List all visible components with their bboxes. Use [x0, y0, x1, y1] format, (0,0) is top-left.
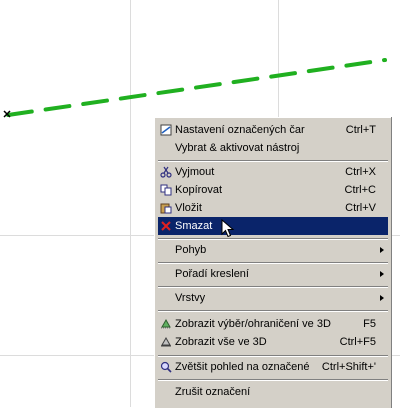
line-settings-icon: [160, 124, 172, 136]
menu-item-zoom-to-selection[interactable]: Zvětšit pohled na označené Ctrl+Shift+': [158, 358, 388, 376]
menu-item-label: Zobrazit výběr/ohraničení ve 3D: [175, 318, 331, 330]
menu-item-label: Kopírovat: [175, 184, 223, 196]
mouse-cursor-icon: [221, 219, 235, 238]
menu-item-label: Zrušit označení: [175, 386, 251, 398]
menu-item-select-activate-tool[interactable]: Vybrat & aktivovat nástroj: [158, 139, 388, 157]
menu-item-label: Pohyb: [175, 244, 207, 256]
menu-separator: [158, 262, 388, 264]
3d-all-icon: [161, 336, 171, 347]
menu-separator: [158, 160, 388, 162]
menu-item-label: Nastavení označených čar: [175, 124, 305, 136]
menu-item-shortcut: Ctrl+Shift+': [321, 361, 376, 373]
menu-item-move[interactable]: Pohyb: [158, 241, 388, 259]
menu-item-show-selection-3d[interactable]: Zobrazit výběr/ohraničení ve 3D F5: [158, 315, 388, 333]
menu-separator: [158, 379, 388, 381]
menu-separator: [158, 310, 388, 312]
menu-separator: [158, 355, 388, 357]
menu-item-label: Zobrazit vše ve 3D: [175, 336, 267, 348]
menu-separator: [158, 238, 388, 240]
delete-x-icon: [161, 221, 171, 231]
menu-item-deselect[interactable]: Zrušit označení: [158, 383, 388, 401]
menu-item-label: Zvětšit pohled na označené: [175, 361, 310, 373]
context-menu: Nastavení označených čar Ctrl+T Vybrat &…: [154, 117, 391, 408]
menu-item-copy[interactable]: Kopírovat Ctrl+C: [158, 181, 388, 199]
copy-icon: [160, 184, 172, 196]
menu-item-label: Vyjmout: [175, 166, 215, 178]
menu-item-delete[interactable]: Smazat: [158, 217, 388, 235]
menu-item-shortcut: Ctrl+C: [344, 184, 376, 196]
submenu-arrow-icon: [380, 271, 384, 277]
zoom-selection-icon: [160, 361, 172, 373]
menu-item-label: Vybrat & aktivovat nástroj: [175, 142, 300, 154]
menu-item-shortcut: Ctrl+F5: [339, 336, 376, 348]
menu-separator: [158, 286, 388, 288]
menu-item-label: Smazat: [175, 220, 213, 232]
submenu-arrow-icon: [380, 295, 384, 301]
menu-item-label: Pořadí kreslení: [175, 268, 249, 280]
paste-icon: [160, 203, 172, 214]
menu-item-paste[interactable]: Vložit Ctrl+V: [158, 199, 388, 217]
menu-item-line-settings[interactable]: Nastavení označených čar Ctrl+T: [158, 121, 388, 139]
menu-item-shortcut: Ctrl+X: [345, 166, 376, 178]
menu-item-cut[interactable]: Vyjmout Ctrl+X: [158, 163, 388, 181]
menu-item-show-all-3d[interactable]: Zobrazit vše ve 3D Ctrl+F5: [158, 333, 388, 351]
dashed-line[interactable]: [6, 58, 387, 117]
menu-item-draw-order[interactable]: Pořadí kreslení: [158, 265, 388, 283]
menu-item-label: Vložit: [175, 202, 202, 214]
menu-item-shortcut: F5: [363, 318, 376, 330]
scissors-icon: [160, 166, 172, 178]
menu-item-shortcut: Ctrl+V: [345, 202, 376, 214]
menu-item-label: Vrstvy: [175, 292, 206, 304]
menu-item-shortcut: Ctrl+T: [345, 124, 376, 136]
menu-item-layers[interactable]: Vrstvy: [158, 289, 388, 307]
submenu-arrow-icon: [380, 247, 384, 253]
3d-selection-icon: [161, 318, 171, 329]
